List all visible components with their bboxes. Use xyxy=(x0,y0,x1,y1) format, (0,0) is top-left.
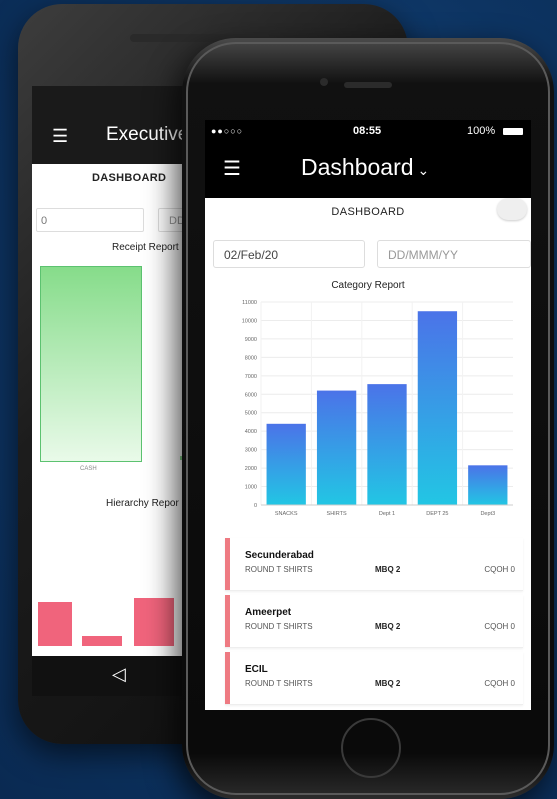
bar-snacks xyxy=(266,423,306,505)
toggle-switch[interactable] xyxy=(497,198,527,220)
receipt-bar-cash xyxy=(40,266,142,462)
bar-dept-1 xyxy=(367,384,407,505)
category-report-chart: 0 1000 2000 3000 4000 5000 6000 7000 8000 9000 100… xyxy=(242,300,513,517)
earpiece xyxy=(344,82,392,88)
menu-icon[interactable]: ☰ xyxy=(52,126,68,147)
y-tick-label: 11000 xyxy=(242,300,257,306)
list-item[interactable]: ECIL ROUND T SHIRTS MBQ 2 CQOH 0 xyxy=(225,652,523,705)
hierarchy-bar xyxy=(82,636,122,646)
front-camera xyxy=(320,78,328,86)
y-tick-label: 2000 xyxy=(245,466,257,472)
battery-icon xyxy=(503,128,523,135)
x-tick-label: Dept3 xyxy=(480,511,495,517)
status-stripe xyxy=(225,595,230,647)
y-tick-label: 9000 xyxy=(245,337,257,343)
y-tick-label: 1000 xyxy=(245,485,257,491)
store-name: Ameerpet xyxy=(245,607,292,618)
cqoh-value: CQOH 0 xyxy=(484,679,515,688)
android-app-title: Executive xyxy=(106,124,189,145)
receipt-category-label: CASH xyxy=(80,466,97,472)
battery-percent: 100% xyxy=(467,125,496,137)
chart-title: Category Report xyxy=(331,280,405,291)
bar-dept3 xyxy=(468,465,508,505)
y-tick-label: 0 xyxy=(254,503,257,509)
mbq-value: MBQ 2 xyxy=(375,679,401,688)
product-name: ROUND T SHIRTS xyxy=(245,679,313,688)
hierarchy-bar xyxy=(134,598,174,646)
chevron-down-icon: ⌄ xyxy=(417,162,430,178)
android-dashboard-label: DASHBOARD xyxy=(92,172,167,184)
y-tick-label: 6000 xyxy=(245,392,257,398)
mbq-value: MBQ 2 xyxy=(375,622,401,631)
app-screen: ●●○○○ 08:55 100% ☰ Dashboard ⌄ DASHBOARD … xyxy=(205,120,531,710)
bar-dept-25 xyxy=(417,311,458,505)
date-from-field[interactable]: 02/Feb/20 xyxy=(213,240,365,268)
page-title-dropdown[interactable]: Dashboard ⌄ xyxy=(301,154,429,181)
status-stripe xyxy=(225,538,230,590)
home-button[interactable] xyxy=(341,718,401,778)
receipt-report-title: Receipt Report xyxy=(112,242,179,253)
dashboard-label: DASHBOARD xyxy=(331,206,405,218)
x-tick-label: SHIRTS xyxy=(327,511,347,517)
store-name: Secunderabad xyxy=(245,550,314,561)
y-tick-label: 10000 xyxy=(242,318,257,324)
list-item[interactable]: Secunderabad ROUND T SHIRTS MBQ 2 CQOH 0 xyxy=(225,538,523,591)
y-tick-label: 7000 xyxy=(245,374,257,380)
status-time: 08:55 xyxy=(353,125,382,137)
y-tick-label: 5000 xyxy=(245,411,257,417)
cqoh-value: CQOH 0 xyxy=(484,622,515,631)
y-tick-label: 3000 xyxy=(245,448,257,454)
hierarchy-bar xyxy=(38,602,72,646)
signal-indicator: ●●○○○ xyxy=(211,126,244,136)
list-item[interactable]: Ameerpet ROUND T SHIRTS MBQ 2 CQOH 0 xyxy=(225,595,523,648)
product-name: ROUND T SHIRTS xyxy=(245,622,313,631)
product-name: ROUND T SHIRTS xyxy=(245,565,313,574)
x-tick-label: Dept 1 xyxy=(379,511,395,517)
x-tick-label: DEPT 25 xyxy=(426,511,448,517)
hierarchy-report-title: Hierarchy Repor xyxy=(106,498,179,509)
status-stripe xyxy=(225,652,230,704)
menu-icon[interactable]: ☰ xyxy=(223,156,241,181)
x-tick-label: SNACKS xyxy=(275,511,298,517)
store-name: ECIL xyxy=(245,664,268,675)
android-date-from-field[interactable]: 0 xyxy=(36,208,144,232)
nav-bar: ☰ Dashboard ⌄ xyxy=(205,142,531,198)
status-bar: ●●○○○ 08:55 100% xyxy=(205,120,531,142)
y-tick-label: 4000 xyxy=(245,429,257,435)
date-to-field[interactable]: DD/MMM/YY xyxy=(377,240,531,268)
store-list: Secunderabad ROUND T SHIRTS MBQ 2 CQOH 0 Ame… xyxy=(225,538,523,709)
iphone: ●●○○○ 08:55 100% ☰ Dashboard ⌄ DASHBOARD … xyxy=(182,38,554,799)
cqoh-value: CQOH 0 xyxy=(484,565,515,574)
page-title: Dashboard xyxy=(301,154,414,180)
back-nav-icon[interactable]: ◁ xyxy=(112,664,126,685)
bar-shirts xyxy=(316,390,357,505)
mbq-value: MBQ 2 xyxy=(375,565,401,574)
y-tick-label: 8000 xyxy=(245,355,257,361)
